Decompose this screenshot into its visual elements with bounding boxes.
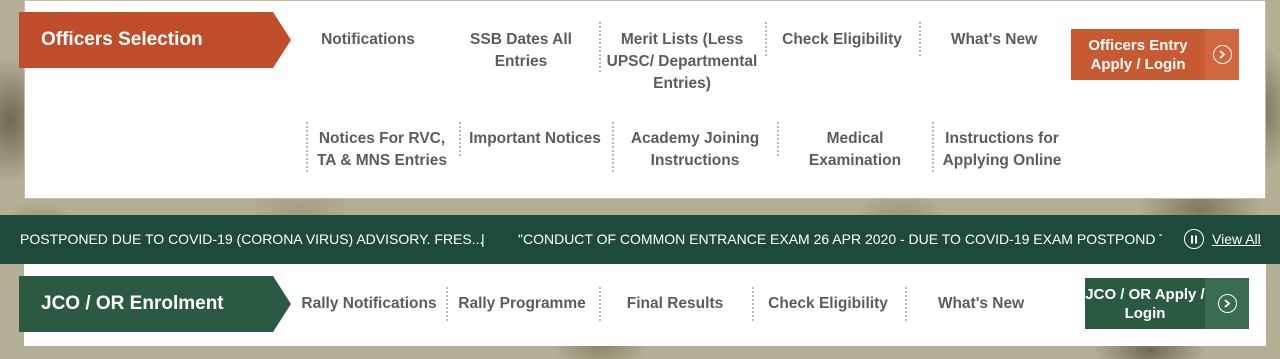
menu-jco-whats-new[interactable]: What's New — [908, 293, 1054, 315]
view-all-link[interactable]: View All — [1212, 231, 1261, 247]
jco-or-enrolment-title: JCO / OR Enrolment — [41, 293, 224, 314]
menu-final-results[interactable]: Final Results — [602, 293, 748, 315]
pause-circle-icon[interactable] — [1184, 229, 1204, 249]
ticker-divider: | — [481, 231, 485, 247]
menu-important-notices[interactable]: Important Notices — [462, 128, 608, 150]
menu-merit-lists[interactable]: Merit Lists (Less UPSC/ Departmental Ent… — [602, 29, 762, 95]
menu-whats-new[interactable]: What's New — [922, 29, 1066, 51]
jco-or-enrolment-heading: JCO / OR Enrolment — [19, 276, 291, 332]
officers-cta-label: Officers Entry Apply / Login — [1088, 36, 1188, 73]
chevron-right-circle-icon — [1205, 278, 1249, 329]
chevron-right-circle-icon — [1205, 29, 1239, 80]
officers-entry-apply-login-button[interactable]: Officers Entry Apply / Login — [1071, 29, 1239, 80]
menu-jco-check-eligibility[interactable]: Check Eligibility — [755, 293, 901, 315]
officers-selection-title: Officers Selection — [41, 29, 203, 50]
menu-ssb-dates[interactable]: SSB Dates All Entries — [444, 29, 598, 73]
menu-check-eligibility[interactable]: Check Eligibility — [768, 29, 916, 51]
menu-rally-notifications[interactable]: Rally Notifications — [296, 293, 442, 315]
officers-selection-heading: Officers Selection — [19, 12, 291, 68]
menu-medical-examination[interactable]: Medical Examination — [779, 128, 931, 172]
news-ticker: POSTPONED DUE TO COVID-19 (CORONA VIRUS)… — [0, 215, 1280, 264]
menu-notifications[interactable]: Notifications — [298, 29, 438, 51]
jco-or-apply-login-button[interactable]: JCO / OR Apply / Login — [1085, 278, 1249, 329]
ticker-item-1[interactable]: POSTPONED DUE TO COVID-19 (CORONA VIRUS)… — [20, 231, 483, 247]
jco-cta-label: JCO / OR Apply / Login — [1085, 285, 1205, 322]
ticker-item-2[interactable]: "CONDUCT OF COMMON ENTRANCE EXAM 26 APR … — [518, 231, 1162, 247]
menu-rally-programme[interactable]: Rally Programme — [449, 293, 595, 315]
menu-notices-rvc-ta-mns[interactable]: Notices For RVC, TA & MNS Entries — [309, 128, 455, 172]
menu-instructions-applying-online[interactable]: Instructions for Applying Online — [935, 128, 1069, 172]
menu-academy-joining[interactable]: Academy Joining Instructions — [615, 128, 775, 172]
